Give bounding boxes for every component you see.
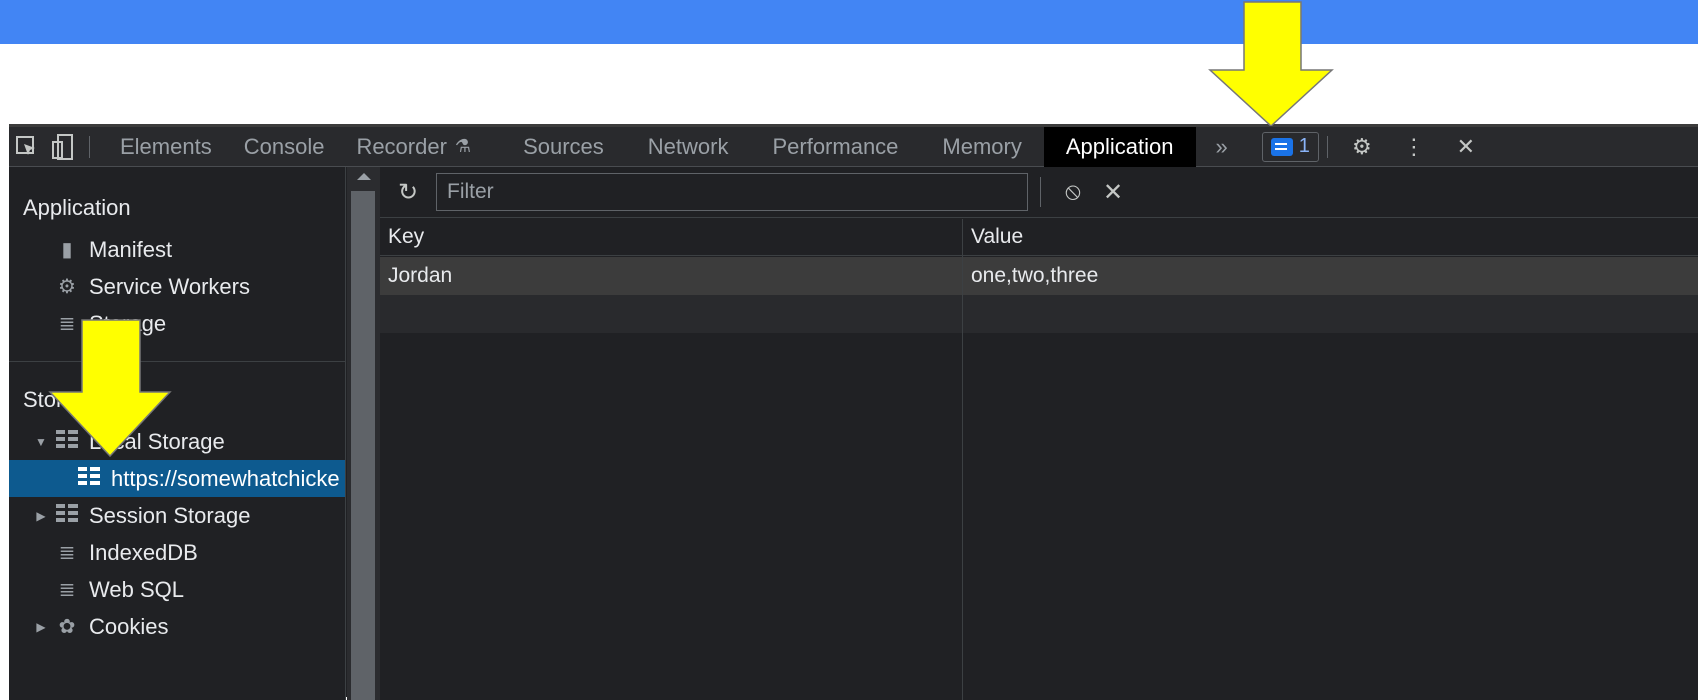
tab-label: Memory <box>942 133 1022 159</box>
document-icon: ▮ <box>61 239 73 261</box>
sidebar-item-label: IndexedDB <box>89 539 198 565</box>
sidebar-item-label: Manifest <box>89 236 173 262</box>
sidebar-item-service-workers[interactable]: ⚙ Service Workers <box>55 268 250 305</box>
table-row[interactable]: Jordan one,two,three <box>380 257 1698 295</box>
tab-label: Console <box>243 133 325 159</box>
gear-icon[interactable]: ⚙ <box>1336 127 1388 167</box>
clear-all-icon[interactable]: ⦸ <box>1053 178 1093 206</box>
storage-view: ↻ ⦸ ✕ Key Value Jordan one,two,three <box>380 167 1698 700</box>
cookie-icon: ✿ <box>58 616 76 638</box>
annotation-arrow-local-storage <box>48 319 172 458</box>
gear-icon: ⚙ <box>58 276 76 298</box>
filter-bar: ↻ ⦸ ✕ <box>380 167 1698 218</box>
tab-memory[interactable]: Memory <box>920 127 1043 167</box>
sidebar-scrollbar[interactable] <box>347 167 380 700</box>
sidebar-item-label: Cookies <box>89 613 169 639</box>
tab-application[interactable]: Application <box>1043 126 1196 167</box>
column-header-key[interactable]: Key <box>380 219 962 255</box>
sidebar-item-manifest[interactable]: ▮ Manifest <box>55 231 172 268</box>
filter-separator <box>1040 177 1041 207</box>
section-title-application: Application <box>23 195 131 220</box>
sidebar-item-session-storage[interactable]: ▶ Session Storage <box>31 497 250 534</box>
tab-console[interactable]: Console <box>234 127 335 167</box>
expand-arrow-icon[interactable]: ▶ <box>31 509 51 523</box>
tab-label: Network <box>647 133 729 159</box>
annotation-arrow-application <box>1208 1 1334 126</box>
cell-key[interactable]: Jordan <box>380 257 962 295</box>
inspect-element-icon[interactable] <box>9 127 45 167</box>
column-divider <box>962 219 963 700</box>
tab-label: Application <box>1065 133 1174 159</box>
table-row-empty[interactable] <box>380 295 1698 333</box>
scroll-thumb[interactable] <box>351 191 375 700</box>
tab-label: Performance <box>772 133 899 159</box>
refresh-icon[interactable]: ↻ <box>380 178 436 207</box>
tab-elements[interactable]: Elements <box>98 127 234 167</box>
sidebar-item-label: Service Workers <box>89 273 250 299</box>
database-icon: ≣ <box>58 542 76 564</box>
sidebar-item-local-storage-origin[interactable]: https://somewhatchicke <box>9 460 345 497</box>
database-icon: ≣ <box>58 579 76 601</box>
table-header: Key Value <box>380 219 1698 256</box>
sidebar-item-indexeddb[interactable]: ≣ IndexedDB <box>55 534 198 571</box>
tab-recorder[interactable]: Recorder ⚗ <box>334 127 493 167</box>
tab-sources[interactable]: Sources <box>493 127 626 167</box>
tab-performance[interactable]: Performance <box>750 127 920 167</box>
toolbar-separator <box>1326 135 1328 158</box>
delete-selected-icon[interactable]: ✕ <box>1093 178 1133 207</box>
sidebar-item-label: Web SQL <box>89 576 184 602</box>
issues-count: 1 <box>1298 135 1310 157</box>
flask-icon: ⚗ <box>454 136 472 156</box>
toolbar-separator <box>89 135 90 158</box>
grid-icon <box>77 466 101 491</box>
cell-value[interactable]: one,two,three <box>963 257 1698 295</box>
grid-icon <box>55 503 79 528</box>
browser-top-bar <box>0 0 1698 44</box>
sidebar-item-label: Session Storage <box>89 502 251 528</box>
column-header-value[interactable]: Value <box>963 219 1698 255</box>
tab-label: Recorder <box>356 133 447 159</box>
devtools-toolbar: Elements Console Recorder ⚗ Sources Netwo… <box>9 126 1698 167</box>
tab-label: Elements <box>120 133 212 159</box>
scroll-up-arrow-icon[interactable] <box>357 173 371 180</box>
key-value-table: Key Value Jordan one,two,three <box>380 219 1698 700</box>
issues-counter-button[interactable]: 1 <box>1261 131 1319 162</box>
tab-label: Sources <box>523 133 604 159</box>
devtools-panel: Elements Console Recorder ⚗ Sources Netwo… <box>9 124 1698 700</box>
expand-arrow-icon[interactable]: ▶ <box>31 620 51 634</box>
sidebar-item-cookies[interactable]: ▶ ✿ Cookies <box>31 608 168 645</box>
filter-input[interactable] <box>436 173 1028 211</box>
sidebar-item-label: https://somewhatchicke <box>111 465 340 491</box>
sidebar-item-web-sql[interactable]: ≣ Web SQL <box>55 571 184 608</box>
close-icon[interactable]: ✕ <box>1440 127 1492 167</box>
more-tabs-button[interactable]: » <box>1196 134 1248 160</box>
tab-network[interactable]: Network <box>626 127 751 167</box>
kebab-menu-icon[interactable]: ⋮ <box>1388 127 1440 167</box>
chat-icon <box>1270 137 1293 156</box>
device-toolbar-icon[interactable] <box>45 127 81 167</box>
